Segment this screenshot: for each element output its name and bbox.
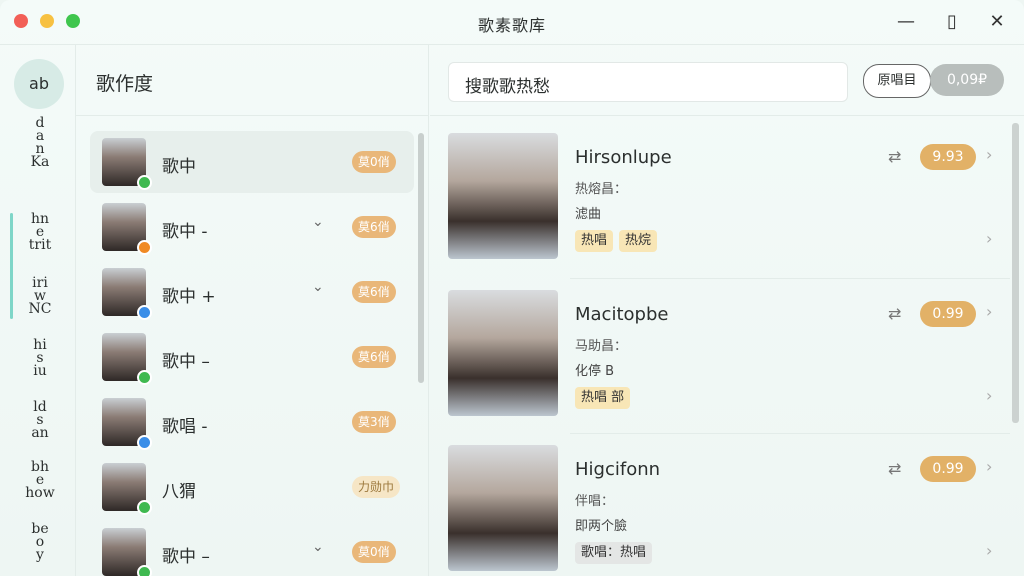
status-dot-icon: [137, 175, 152, 190]
list-item[interactable]: 歌中 莫0俏: [90, 131, 414, 193]
status-badge: 莫0俏: [352, 151, 396, 173]
list-item[interactable]: 歌中 - ⌄ 莫6俏: [90, 196, 414, 258]
list-scrollbar[interactable]: [418, 133, 424, 383]
card-meta: 马助昌：: [575, 339, 628, 354]
main-panel: 搜歌歌热愁 原唱目 0,09₽ Hirsonlupe 热熔昌： 滤曲热唱 热烷 ⇄ 9.9…: [430, 45, 1024, 576]
status-badge: 莫0俏: [352, 541, 396, 563]
rail-avatar[interactable]: ab: [14, 59, 64, 109]
card-meta: 热熔昌：: [575, 182, 628, 197]
rail-group-text: iu: [33, 363, 47, 379]
item-name: 歌中 -: [162, 222, 208, 242]
chevron-down-icon[interactable]: ⌄: [312, 279, 324, 295]
status-badge: 莫3俏: [352, 411, 396, 433]
close-icon[interactable]: ✕: [985, 10, 1009, 34]
chevron-right-icon[interactable]: ›: [986, 302, 992, 321]
search-input[interactable]: 搜歌歌热愁: [448, 62, 848, 102]
status-dot-icon: [137, 435, 152, 450]
rail-active-indicator: [10, 213, 13, 319]
divider: [430, 115, 1024, 116]
artist-photo: [448, 133, 558, 259]
list-item[interactable]: 八猬 力勋巾: [90, 456, 414, 518]
item-name: 歌中 +: [162, 287, 216, 307]
rail-group-item[interactable]: be o y: [14, 522, 66, 563]
list-item[interactable]: 歌中 + ⌄ 莫6俏: [90, 261, 414, 323]
rail-group-item[interactable]: iri w NC: [14, 276, 66, 317]
item-name: 歌中 –: [162, 352, 210, 372]
rail-group-item[interactable]: ld s an: [14, 400, 66, 441]
side-rail: ab d a n Ka hn e trit iri w NC hi s iu ld s an bh e how be o…: [0, 45, 76, 576]
price-button[interactable]: 0.99: [920, 301, 976, 327]
list-item[interactable]: 歌中 – ⌄ 莫0俏: [90, 521, 414, 576]
list-item[interactable]: 歌唱 - 莫3俏: [90, 391, 414, 453]
chevron-down-icon[interactable]: ⌄: [312, 539, 324, 555]
card-meta: 滤曲: [575, 207, 602, 222]
status-badge: 莫6俏: [352, 281, 396, 303]
artist-photo: [448, 445, 558, 571]
card-meta: 即两个臉: [575, 519, 628, 534]
tag: 热烷: [619, 230, 658, 252]
panel-title: 歌作度: [96, 73, 154, 95]
main-scrollbar[interactable]: [1012, 123, 1019, 423]
chevron-right-icon[interactable]: ›: [986, 457, 992, 476]
chevron-right-icon[interactable]: ›: [986, 145, 992, 164]
price-toggle-button[interactable]: 0,09₽: [930, 64, 1004, 96]
rail-group-text: trit: [28, 237, 52, 253]
window-title: 歌素歌库: [477, 16, 546, 35]
status-dot-icon: [137, 565, 152, 576]
divider: [570, 433, 1010, 434]
song-card[interactable]: Hirsonlupe 热熔昌： 滤曲热唱 热烷 ⇄ 9.93 › ›: [430, 133, 1024, 283]
share-icon[interactable]: ⇄: [888, 304, 901, 323]
app-window: 歌素歌库 — ▯ ✕ ab d a n Ka hn e trit iri w NC hi s iu ld s…: [0, 0, 1024, 576]
status-badge: 莫6俏: [352, 346, 396, 368]
chevron-right-icon[interactable]: ›: [986, 541, 992, 560]
status-dot-icon: [137, 370, 152, 385]
status-dot-icon: [137, 500, 152, 515]
card-title: Hirsonlupe: [575, 147, 672, 168]
song-card[interactable]: Macitopbe 马助昌： 化停 B 热唱 部 ⇄ 0.99 › ›: [430, 278, 1024, 440]
original-toggle-button[interactable]: 原唱目: [863, 64, 931, 98]
status-badge: 莫6俏: [352, 216, 396, 238]
item-name: 歌唱 -: [162, 417, 208, 437]
chevron-down-icon[interactable]: ⌄: [312, 214, 324, 230]
rail-group-text: how: [25, 485, 55, 501]
share-icon[interactable]: ⇄: [888, 459, 901, 478]
card-title: Macitopbe: [575, 304, 669, 325]
song-card[interactable]: Higcifonn 伴唱： 即两个臉歌唱：热唱 ⇄ 0.99 › ›: [430, 433, 1024, 576]
rail-group-text: y: [36, 547, 44, 563]
status-dot-icon: [137, 240, 152, 255]
rail-group-text: an: [31, 425, 49, 441]
divider: [76, 115, 428, 116]
item-name: 歌中: [162, 157, 196, 177]
chevron-right-icon[interactable]: ›: [986, 386, 992, 405]
divider: [570, 278, 1010, 279]
price-button[interactable]: 9.93: [920, 144, 976, 170]
card-meta: 化停 B: [575, 364, 615, 379]
share-icon[interactable]: ⇄: [888, 147, 901, 166]
rail-group-item[interactable]: hi s iu: [14, 338, 66, 379]
card-meta: 伴唱：: [575, 494, 615, 509]
list-item[interactable]: 歌中 – 莫6俏: [90, 326, 414, 388]
tag: 热唱: [575, 230, 614, 252]
price-button[interactable]: 0.99: [920, 456, 976, 482]
maximize-icon[interactable]: ▯: [940, 10, 964, 34]
tag: 歌唱：热唱: [575, 542, 653, 564]
status-dot-icon: [137, 305, 152, 320]
tag: 热唱 部: [575, 387, 631, 409]
rail-group-item[interactable]: hn e trit: [14, 212, 66, 253]
item-name: 歌中 –: [162, 547, 210, 567]
titlebar: 歌素歌库 — ▯ ✕: [0, 0, 1024, 45]
minimize-icon[interactable]: —: [894, 10, 918, 34]
item-name: 八猬: [162, 482, 196, 502]
rail-group-item[interactable]: d a n Ka: [14, 116, 66, 170]
rail-group-text: NC: [28, 301, 52, 317]
search-text: 搜歌歌热愁: [465, 77, 550, 97]
artist-photo: [448, 290, 558, 416]
rail-group-item[interactable]: bh e how: [14, 460, 66, 501]
chevron-right-icon[interactable]: ›: [986, 229, 992, 248]
status-badge: 力勋巾: [352, 476, 401, 498]
song-list-panel: 歌作度 歌中 莫0俏 歌中 - ⌄ 莫6俏 歌中 + ⌄ 莫6俏 歌中 – 莫6俏 歌唱 - 莫3俏八…: [76, 45, 429, 576]
card-title: Higcifonn: [575, 459, 661, 480]
rail-group-text: Ka: [30, 154, 50, 170]
